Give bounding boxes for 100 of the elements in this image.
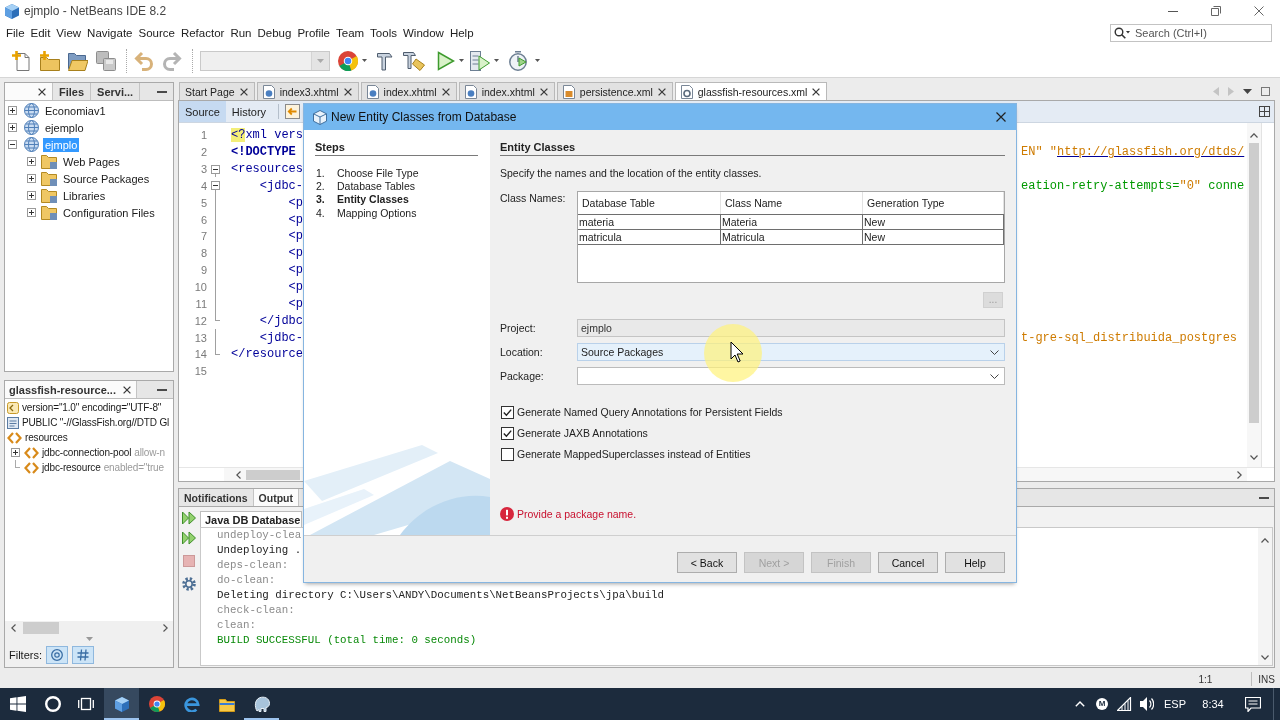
menu-item[interactable]: Refactor (177, 25, 228, 41)
scroll-up-icon[interactable] (1250, 133, 1258, 138)
menu-item[interactable]: File (3, 25, 28, 41)
menu-item[interactable]: Tools (367, 25, 400, 41)
maximize-icon[interactable] (1261, 86, 1270, 96)
editor-tab[interactable]: index.xhtml (458, 82, 555, 100)
caret-icon[interactable] (535, 59, 540, 62)
scrollbar-thumb[interactable] (246, 469, 300, 480)
scrollbar-thumb[interactable] (23, 622, 59, 634)
close-icon[interactable] (343, 87, 352, 96)
double-arrow-icon[interactable] (181, 531, 196, 545)
chevron-up-icon[interactable] (1075, 701, 1085, 707)
new-project-icon[interactable] (40, 50, 60, 71)
view-tab[interactable]: Source (179, 101, 226, 122)
close-icon[interactable] (1253, 6, 1264, 16)
save-all-icon[interactable] (96, 50, 116, 71)
minimize-icon[interactable] (1259, 496, 1269, 499)
text-field[interactable]: ejmplo (577, 319, 1005, 337)
scroll-left-icon[interactable] (11, 624, 16, 632)
tree-item[interactable]: Source Packages (61, 171, 152, 186)
taskbar-button[interactable] (104, 688, 139, 720)
menu-item[interactable]: Debug (254, 25, 295, 41)
segmented-circle-icon[interactable] (338, 50, 358, 71)
close-icon[interactable] (812, 87, 821, 96)
tree-item[interactable]: Configuration Files (61, 205, 157, 220)
tree-item[interactable]: jdbc-resource (42, 462, 101, 473)
expand-icon[interactable] (27, 191, 36, 200)
close-icon[interactable] (996, 112, 1006, 122)
editor-tab[interactable]: Start Page (179, 82, 255, 100)
panel-tab[interactable]: Output (253, 489, 299, 506)
scroll-down-icon[interactable] (1250, 455, 1258, 460)
expand-icon[interactable] (27, 157, 36, 166)
filter-toggle[interactable] (46, 646, 68, 664)
expand-icon[interactable] (8, 106, 17, 115)
close-icon[interactable] (657, 87, 666, 96)
run-icon[interactable] (437, 50, 455, 71)
restore-icon[interactable] (1210, 6, 1221, 16)
language-indicator[interactable]: ESP (1164, 698, 1186, 710)
checkbox[interactable] (501, 426, 514, 440)
task-view-icon[interactable] (78, 696, 94, 712)
editor-tab[interactable]: index.xhtml (360, 82, 457, 100)
tree-item[interactable]: jdbc-connection-pool (42, 447, 132, 458)
drag-handle-icon[interactable] (85, 637, 93, 641)
collapse-icon[interactable] (8, 140, 17, 149)
close-icon[interactable] (239, 87, 248, 96)
dropdown-icon[interactable] (1243, 88, 1252, 94)
network-icon[interactable] (1116, 697, 1132, 711)
menu-item[interactable]: Source (135, 25, 178, 41)
new-file-icon[interactable] (12, 50, 32, 71)
checkbox-label[interactable]: Generate MappedSuperclasses instead of Entities (517, 448, 751, 460)
close-icon[interactable] (123, 385, 131, 394)
double-arrow-icon[interactable] (181, 511, 196, 525)
close-icon[interactable] (539, 87, 548, 96)
panel-tab[interactable]: Files (53, 83, 92, 100)
scroll-up-icon[interactable] (1261, 538, 1269, 543)
debug-icon[interactable] (470, 50, 490, 71)
tree-item[interactable]: ejemplo (43, 120, 86, 135)
menu-item[interactable]: Navigate (84, 25, 136, 41)
checkbox[interactable] (501, 405, 514, 419)
start-icon[interactable] (10, 696, 26, 712)
scroll-right-icon[interactable] (1237, 470, 1242, 479)
minimize-icon[interactable] (157, 388, 167, 391)
view-tab[interactable]: History (225, 101, 273, 122)
menu-item[interactable]: Run (227, 25, 255, 41)
stopwatch-icon[interactable] (508, 50, 528, 71)
checkbox-label[interactable]: Generate Named Query Annotations for Persistent Fields (517, 406, 783, 418)
caret-icon[interactable] (494, 59, 499, 62)
expand-icon[interactable] (11, 448, 20, 457)
search-icon[interactable] (1114, 27, 1130, 39)
checkbox-label[interactable]: Generate JAXB Annotations (517, 427, 648, 439)
hammer-broom-icon[interactable] (403, 50, 425, 71)
tree-item[interactable]: Web Pages (61, 154, 122, 169)
volume-icon[interactable] (1138, 696, 1154, 712)
scroll-left-icon[interactable] (236, 470, 241, 479)
fold-icon[interactable] (211, 164, 220, 174)
expand-icon[interactable] (27, 208, 36, 217)
dialog-button[interactable]: Cancel (878, 552, 938, 573)
settings-icon[interactable] (181, 577, 196, 591)
tree-item[interactable]: PUBLIC "-//GlassFish.org//DTD Gl (22, 417, 170, 428)
tray-badge[interactable]: M (1096, 698, 1108, 710)
back-arrow-icon[interactable] (285, 104, 301, 119)
dialog-button[interactable]: Help (945, 552, 1005, 573)
checkbox[interactable] (501, 447, 514, 461)
tree-item[interactable]: Libraries (61, 188, 108, 203)
close-icon[interactable] (441, 87, 450, 96)
tree-item[interactable]: resources (25, 432, 68, 443)
ring-icon[interactable] (44, 696, 61, 712)
minimize-icon[interactable] (1167, 10, 1178, 12)
fold-icon[interactable] (211, 181, 220, 191)
menu-item[interactable]: Edit (27, 25, 54, 41)
editor-tab[interactable]: index3.xhtml (256, 82, 359, 100)
search-field[interactable]: Search (Ctrl+I) (1110, 24, 1272, 42)
editor-tab[interactable]: glassfish-resources.xml (674, 82, 828, 100)
menu-item[interactable]: Help (446, 25, 477, 41)
open-project-icon[interactable] (68, 50, 88, 71)
menu-item[interactable]: Profile (294, 25, 333, 41)
scroll-down-icon[interactable] (1261, 655, 1269, 660)
editor-tab[interactable]: persistence.xml (556, 82, 673, 100)
tree-item[interactable]: Economiav1 (43, 103, 108, 118)
tree-item[interactable]: version="1.0" encoding="UTF-8" (22, 402, 162, 413)
